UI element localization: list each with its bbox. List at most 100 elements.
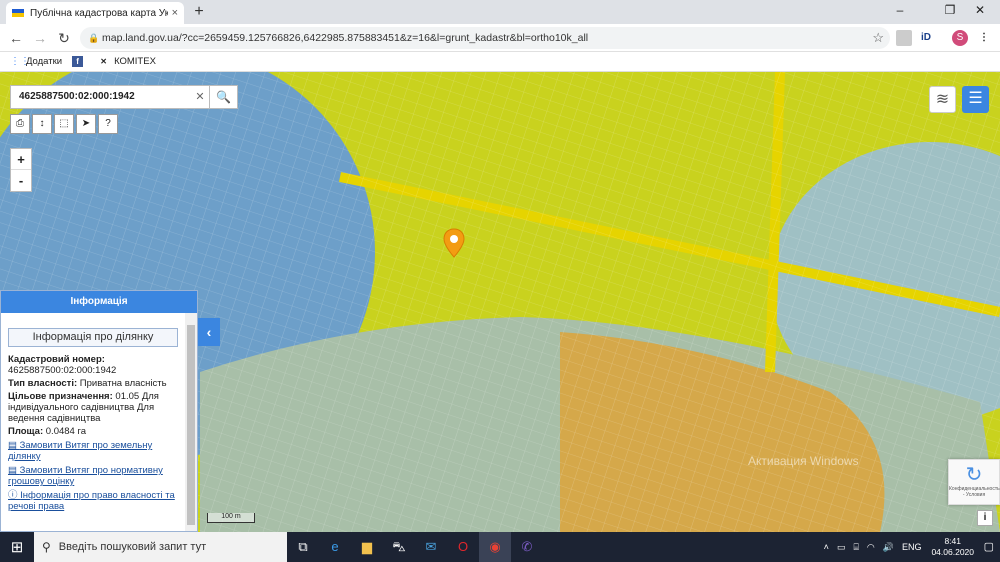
cadastral-search-box[interactable]: 4625887500:02:000:1942 ✕ 🔍 (10, 85, 238, 109)
browser-tabstrip: Публічна кадастрова карта Укр × + – ❐ ✕ (0, 0, 1000, 24)
volume-icon[interactable]: 🔊 (883, 542, 894, 553)
ukraine-flag-icon (12, 9, 24, 17)
area-label: Площа: (8, 426, 44, 437)
wifi-icon[interactable]: ◠ (867, 542, 875, 553)
network-icon[interactable]: ⌸ (853, 542, 858, 553)
reload-icon[interactable]: ↻ (54, 28, 74, 48)
bookmark-facebook[interactable]: f (72, 56, 88, 67)
info-icon: ⓘ (8, 490, 21, 501)
cadastral-number-row: Кадастровий номер: 4625887500:02:000:194… (8, 354, 178, 376)
hamburger-menu-icon[interactable]: ☰ (962, 86, 989, 113)
ownership-label: Тип власності: (8, 378, 78, 389)
apps-grid-icon: ⋮⋮ (10, 56, 30, 67)
clock[interactable]: 8:41 04.06.2020 (931, 536, 974, 558)
id-extension-icon[interactable]: iD (918, 30, 934, 46)
bookmarks-bar: ⋮⋮ Додатки f ✕ КОМІТЕХ (0, 52, 1000, 72)
taskbar-search-placeholder: Введіть пошуковий запит тут (58, 541, 207, 553)
zoom-out-button[interactable]: - (11, 170, 31, 191)
zoom-control: + - (10, 148, 32, 192)
purpose-label: Цільове призначення: (8, 391, 113, 402)
recaptcha-icon: ↻ (965, 464, 983, 486)
bookmark-star-icon[interactable]: ☆ (872, 27, 884, 49)
battery-icon[interactable]: ▭ (837, 542, 846, 553)
order-land-extract-link[interactable]: ▤ Замовити Витяг про земельну ділянку (8, 440, 178, 462)
profile-avatar[interactable]: S (952, 30, 968, 46)
cadastral-map[interactable]: 4625887500:02:000:1942 ✕ 🔍 ⎙ ↕ ⬚ ➤ ? + -… (0, 72, 1000, 532)
collapse-panel-button[interactable]: ‹ (198, 318, 220, 346)
edge-icon[interactable]: e (319, 532, 351, 562)
browser-menu-icon[interactable]: ⋮ (976, 30, 992, 46)
chrome-icon[interactable]: ◉ (479, 532, 511, 562)
map-scale: 100 m (207, 513, 255, 523)
measure-icon[interactable]: ↕ (32, 114, 52, 134)
document-icon: ▤ (8, 465, 20, 476)
bookmark-komitex[interactable]: ✕ КОМІТЕХ (98, 56, 156, 67)
clear-icon[interactable]: ✕ (191, 86, 209, 108)
purpose-row: Цільове призначення: 01.05 Для індивідуа… (8, 391, 178, 424)
address-bar[interactable]: 🔒 map.land.gov.ua/?cc=2659459.125766826,… (80, 27, 890, 49)
map-info-button[interactable]: i (977, 510, 993, 526)
panel-body: Інформація про ділянку Кадастровий номер… (1, 313, 185, 531)
tab-close-icon[interactable]: × (172, 7, 178, 19)
panel-header: Інформація (1, 291, 197, 313)
store-icon[interactable]: ⛍ (383, 532, 415, 562)
opera-icon[interactable]: O (447, 532, 479, 562)
komitex-icon: ✕ (100, 57, 107, 66)
lock-icon: 🔒 (88, 33, 100, 43)
chevron-up-icon[interactable]: ˄ (824, 542, 829, 552)
panel-subtitle: Інформація про ділянку (8, 328, 178, 347)
back-arrow-icon[interactable]: ← (6, 28, 26, 48)
file-explorer-icon[interactable]: ▆ (351, 532, 383, 562)
area-value: 0.0484 га (45, 426, 87, 437)
panel-scrollbar[interactable] (185, 313, 197, 531)
windows-taskbar: ⊞ ⚲ Введіть пошуковий запит тут ⧉ e ▆ ⛍ … (0, 532, 1000, 562)
ownership-info-link[interactable]: ⓘ Інформація про право власності та речо… (8, 490, 178, 512)
info-panel: Інформація Інформація про ділянку Кадаст… (0, 290, 198, 532)
map-marker-icon[interactable] (443, 228, 465, 258)
notifications-icon[interactable]: ▢ (984, 540, 994, 553)
tab-title: Публічна кадастрова карта Укр (30, 7, 168, 19)
order-valuation-extract-link[interactable]: ▤ Замовити Витяг про нормативну грошову … (8, 465, 178, 487)
bookmark-label: Додатки (26, 56, 63, 67)
windows-start-icon[interactable]: ⊞ (0, 538, 34, 556)
search-icon[interactable]: 🔍 (209, 86, 237, 108)
pointer-icon[interactable]: ➤ (76, 114, 96, 134)
recaptcha-text: Конфиденциальность - Условия (949, 486, 1000, 498)
bookmark-apps[interactable]: ⋮⋮ Додатки (10, 56, 62, 67)
clock-time: 8:41 (944, 536, 961, 546)
windows-watermark: Активация Windows (748, 454, 859, 468)
close-window-button[interactable]: ✕ (960, 0, 1000, 22)
task-view-icon[interactable]: ⧉ (287, 532, 319, 562)
viber-icon[interactable]: ✆ (511, 532, 543, 562)
minimize-button[interactable]: – (880, 0, 920, 22)
forward-arrow-icon[interactable]: → (30, 28, 50, 48)
document-icon: ▤ (8, 440, 20, 451)
map-tools: ⎙ ↕ ⬚ ➤ ? (10, 114, 120, 134)
ownership-row: Тип власності: Приватна власність (8, 378, 178, 389)
layers-icon[interactable]: ≋ (929, 86, 956, 113)
system-tray: ˄ ▭ ⌸ ◠ 🔊 ENG 8:41 04.06.2020 (816, 532, 974, 562)
print-icon[interactable]: ⎙ (10, 114, 30, 134)
recaptcha-badge[interactable]: ↻ Конфиденциальность - Условия (948, 459, 1000, 505)
scroll-thumb[interactable] (187, 325, 195, 525)
browser-tab[interactable]: Публічна кадастрова карта Укр × (6, 2, 184, 24)
browser-toolbar: ← → ↻ 🔒 map.land.gov.ua/?cc=2659459.1257… (0, 24, 1000, 52)
info-monitor-icon[interactable]: ? (98, 114, 118, 134)
taskbar-search[interactable]: ⚲ Введіть пошуковий запит тут (34, 532, 287, 562)
bookmark-manager-icon[interactable] (896, 30, 912, 46)
facebook-icon: f (72, 56, 84, 67)
language-indicator[interactable]: ENG (902, 542, 922, 552)
search-input[interactable]: 4625887500:02:000:1942 (11, 86, 191, 108)
link-label: Замовити Витяг про земельну ділянку (8, 440, 153, 462)
zoom-in-button[interactable]: + (11, 149, 31, 170)
search-icon: ⚲ (42, 540, 51, 554)
clock-date: 04.06.2020 (931, 547, 974, 557)
new-tab-button[interactable]: + (190, 3, 208, 21)
bookmark-label: КОМІТЕХ (114, 56, 156, 67)
area-select-icon[interactable]: ⬚ (54, 114, 74, 134)
url-text: map.land.gov.ua/?cc=2659459.125766826,64… (102, 32, 589, 44)
link-label: Замовити Витяг про нормативну грошову оц… (8, 465, 163, 487)
ownership-value: Приватна власність (79, 378, 167, 389)
mail-icon[interactable]: ✉ (415, 532, 447, 562)
cadastral-label: Кадастровий номер: (8, 354, 105, 365)
